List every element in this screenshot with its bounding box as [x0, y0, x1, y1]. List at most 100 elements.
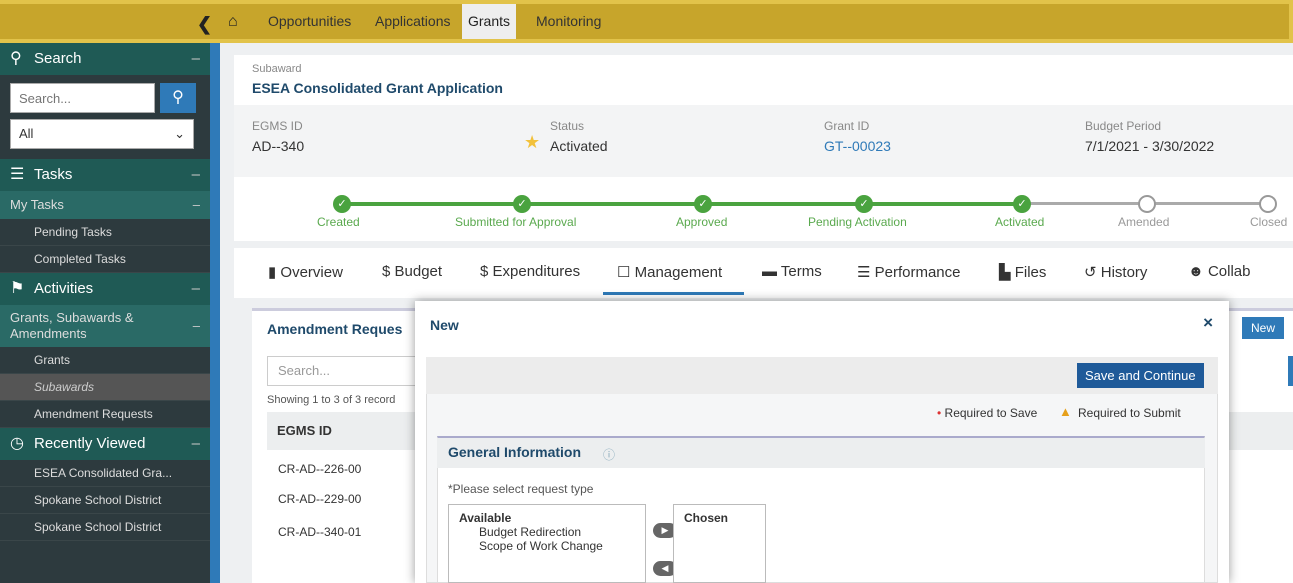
table-search-input[interactable]: Search...	[267, 356, 427, 386]
tasks-section-header[interactable]: ☰ Tasks –	[0, 159, 210, 191]
available-list[interactable]: Available Budget Redirection Scope of Wo…	[448, 504, 646, 583]
records-count: Showing 1 to 3 of 3 record	[267, 394, 396, 406]
step-label: Created	[317, 215, 360, 229]
step-check-icon: ✓	[333, 195, 351, 213]
clock-icon: ◷	[10, 435, 24, 452]
sidebar-item-subawards[interactable]: Subawards	[0, 374, 210, 401]
subaward-header-card: Subaward ESEA Consolidated Grant Applica…	[234, 55, 1293, 179]
recently-viewed-header[interactable]: ◷ Recently Viewed –	[0, 428, 210, 460]
column-header-egms-id[interactable]: EGMS ID	[277, 423, 332, 438]
top-nav-bar: ❮ ⌂ Opportunities Applications Grants Mo…	[0, 0, 1293, 43]
sidebar-item-pending-tasks[interactable]: Pending Tasks	[0, 219, 210, 246]
flag-icon: ⚑	[10, 280, 25, 297]
modal-title: New	[430, 317, 459, 333]
star-icon: ★	[524, 132, 541, 152]
collapse-icon[interactable]: –	[192, 273, 200, 305]
step-label: Closed	[1250, 215, 1288, 229]
activities-section-header[interactable]: ⚑ Activities –	[0, 273, 210, 305]
collapse-icon[interactable]: –	[192, 43, 200, 75]
section-title: General Information	[448, 444, 582, 460]
tab-management[interactable]: ☐ Management	[617, 263, 722, 281]
progress-line	[342, 202, 1028, 206]
sidebar-search-input[interactable]	[10, 83, 155, 113]
sidebar-divider	[210, 43, 220, 583]
sidebar-item-amendment-requests[interactable]: Amendment Requests	[0, 401, 210, 428]
tab-expenditures[interactable]: $ Expenditures	[480, 263, 580, 280]
tab-performance[interactable]: ☰ Performance	[857, 263, 961, 281]
tab-history[interactable]: ↺ History	[1084, 263, 1147, 281]
step-label: Pending Activation	[808, 215, 907, 229]
new-request-modal: New × Save and Continue • Required to Sa…	[415, 301, 1229, 583]
egms-id-label: EGMS ID	[252, 119, 303, 133]
collapse-icon[interactable]: –	[193, 191, 200, 219]
step-label: Approved	[676, 215, 728, 229]
search-icon: ⚲	[10, 50, 22, 67]
warning-icon: ▲	[1059, 404, 1072, 419]
required-save-legend: • Required to Save	[937, 406, 1038, 420]
chosen-header: Chosen	[684, 511, 729, 525]
info-icon: ⓘ	[603, 448, 616, 462]
sidebar: ⚲Search– ⚲ All⌄ ☰Tasks– My Tasks– Pendin…	[0, 43, 210, 583]
tab-terms[interactable]: ▬ Terms	[762, 263, 822, 280]
home-icon[interactable]: ⌂	[228, 13, 238, 31]
new-amendment-button[interactable]: New	[1242, 317, 1285, 339]
step-check-icon: ✓	[513, 195, 531, 213]
recent-item[interactable]: Spokane School District	[0, 514, 210, 541]
close-icon[interactable]: ×	[1203, 313, 1213, 333]
step-check-icon: ✓	[694, 195, 712, 213]
step-check-icon: ✓	[855, 195, 873, 213]
step-empty-icon	[1138, 195, 1156, 213]
search-section-header[interactable]: ⚲ Search –	[0, 43, 210, 75]
chevron-down-icon: ⌄	[174, 126, 185, 141]
active-tab-underline	[603, 292, 744, 295]
tab-collab[interactable]: ☻ Collab	[1188, 263, 1250, 280]
record-type: Subaward	[252, 63, 302, 75]
egms-id-value: AD--340	[252, 138, 305, 154]
search-button[interactable]: ⚲	[160, 83, 196, 113]
tab-overview[interactable]: ▮ Overview	[268, 263, 343, 281]
collapse-icon[interactable]: –	[192, 159, 200, 191]
step-label: Submitted for Approval	[455, 215, 577, 229]
status-label: Status	[550, 119, 585, 133]
available-header: Available	[459, 511, 512, 525]
tab-budget[interactable]: $ Budget	[382, 263, 442, 280]
required-submit-legend: Required to Submit	[1078, 406, 1181, 420]
collapse-icon[interactable]: –	[192, 428, 200, 460]
grant-id-label: Grant ID	[824, 119, 870, 133]
grants-subawards-group[interactable]: Grants, Subawards & Amendments –	[0, 305, 210, 347]
nav-grants[interactable]: Grants	[462, 4, 517, 39]
step-empty-icon	[1259, 195, 1277, 213]
recent-item[interactable]: ESEA Consolidated Gra...	[0, 460, 210, 487]
table-row[interactable]: CR-AD--226-00	[278, 462, 361, 476]
step-label: Amended	[1118, 215, 1170, 229]
nav-monitoring[interactable]: Monitoring	[530, 4, 607, 39]
recent-item[interactable]: Spokane School District	[0, 487, 210, 514]
status-value: Activated	[550, 138, 608, 154]
filter-select[interactable]: All ⌄	[10, 119, 194, 149]
collapse-sidebar-icon[interactable]: ❮	[197, 14, 212, 35]
panel-title: Amendment Reques	[267, 321, 403, 337]
nav-opportunities[interactable]: Opportunities	[262, 4, 357, 39]
budget-period-value: 7/1/2021 - 3/30/2022	[1085, 138, 1215, 154]
option-scope-of-work-change[interactable]: Scope of Work Change	[449, 539, 645, 553]
page-title: ESEA Consolidated Grant Application	[252, 80, 503, 96]
my-tasks-group[interactable]: My Tasks –	[0, 191, 210, 219]
collapse-icon[interactable]: –	[193, 318, 200, 334]
table-row[interactable]: CR-AD--340-01	[278, 525, 361, 539]
tab-files[interactable]: ▙ Files	[999, 263, 1046, 281]
step-label: Activated	[995, 215, 1045, 229]
progress-card	[234, 177, 1293, 241]
search-button-edge[interactable]	[1288, 356, 1293, 386]
save-and-continue-button[interactable]: Save and Continue	[1077, 363, 1204, 388]
budget-period-label: Budget Period	[1085, 119, 1162, 133]
table-row[interactable]: CR-AD--229-00	[278, 492, 361, 506]
grant-id-link[interactable]: GT--00023	[824, 138, 891, 154]
sidebar-item-grants[interactable]: Grants	[0, 347, 210, 374]
request-type-prompt: *Please select request type	[448, 482, 594, 496]
sidebar-item-completed-tasks[interactable]: Completed Tasks	[0, 246, 210, 273]
nav-applications[interactable]: Applications	[369, 4, 457, 39]
step-check-icon: ✓	[1013, 195, 1031, 213]
chosen-list[interactable]: Chosen	[673, 504, 766, 583]
tasks-icon: ☰	[10, 166, 25, 183]
option-budget-redirection[interactable]: Budget Redirection	[449, 525, 645, 539]
